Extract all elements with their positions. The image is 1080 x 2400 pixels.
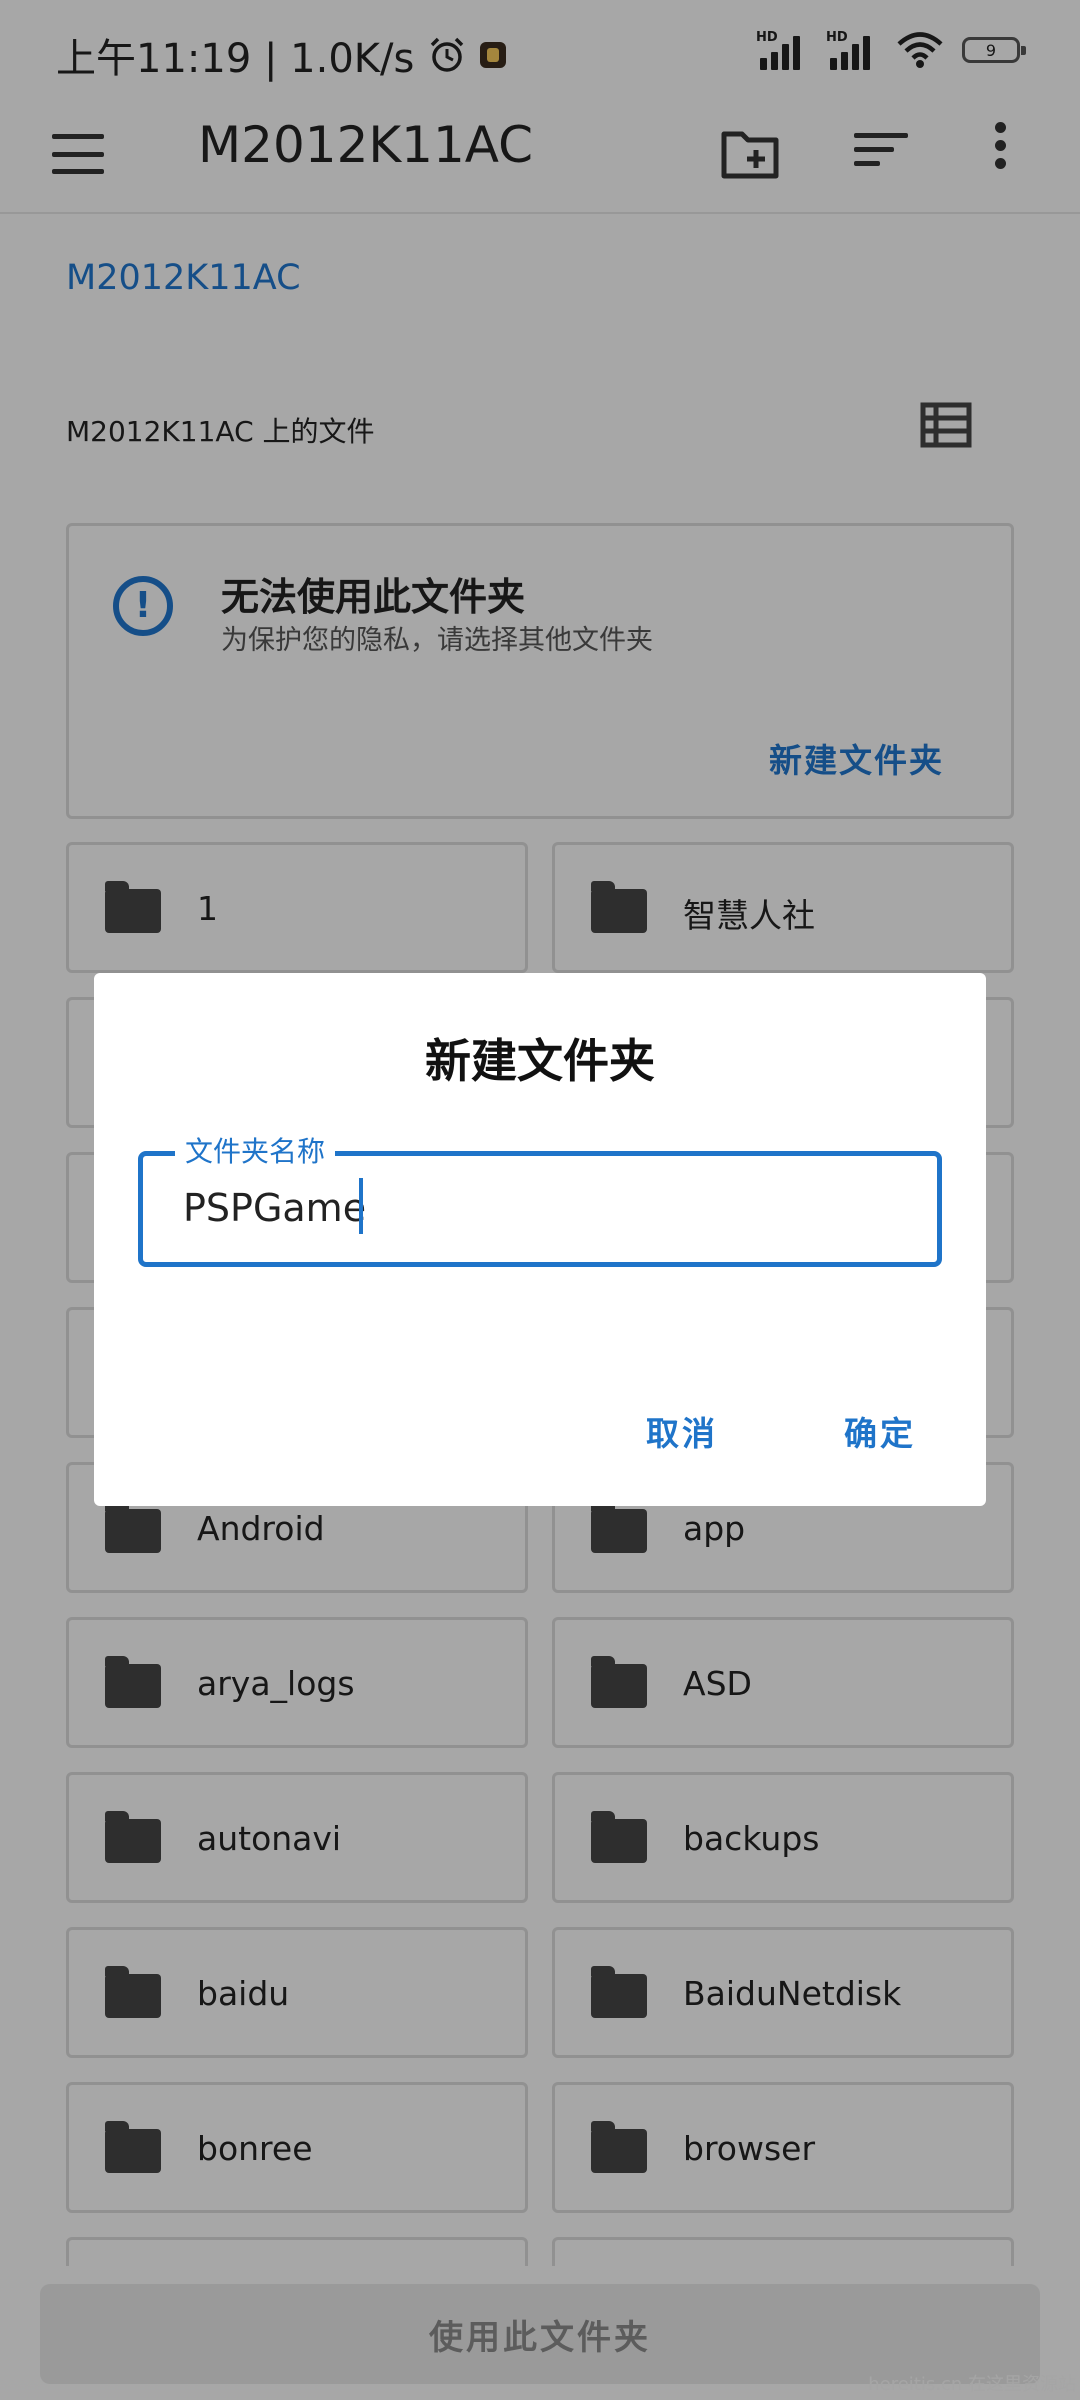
cancel-button[interactable]: 取消	[646, 1407, 718, 1455]
text-cursor	[359, 1178, 363, 1234]
confirm-button[interactable]: 确定	[844, 1407, 916, 1455]
dialog-title: 新建文件夹	[425, 1034, 655, 1088]
new-folder-dialog: 新建文件夹 文件夹名称 取消 确定	[94, 973, 986, 1506]
folder-name-input[interactable]	[183, 1186, 903, 1230]
folder-name-label: 文件夹名称	[175, 1130, 336, 1170]
folder-name-field[interactable]: 文件夹名称	[138, 1130, 942, 1267]
